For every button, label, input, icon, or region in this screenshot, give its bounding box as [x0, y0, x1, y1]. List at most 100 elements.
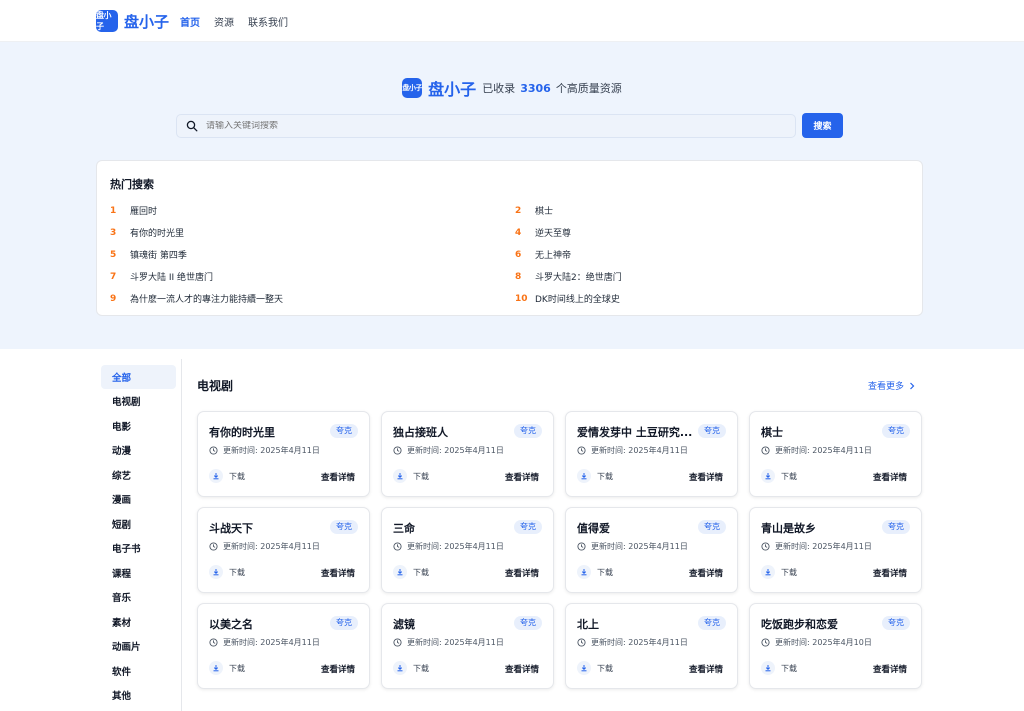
update-time: 更新时间: 2025年4月11日: [577, 541, 688, 552]
search-input[interactable]: [206, 121, 766, 131]
card-title[interactable]: 独占接班人: [393, 424, 513, 440]
resource-card[interactable]: 北上 夸克 更新时间: 2025年4月11日 下载 查看详情: [565, 603, 738, 689]
nav-home[interactable]: 首页: [180, 14, 200, 29]
hot-search-item[interactable]: 5 镇魂街 第四季: [110, 247, 515, 262]
category-software[interactable]: 软件: [101, 659, 176, 683]
view-details-button[interactable]: 查看详情: [321, 567, 355, 579]
search-box[interactable]: [176, 114, 796, 138]
hot-search-item[interactable]: 6 无上神帝: [515, 247, 920, 262]
resource-card[interactable]: 爱情发芽中 土豆研究... 夸克 更新时间: 2025年4月11日 下载 查看详情: [565, 411, 738, 497]
card-title[interactable]: 青山是故乡: [761, 520, 881, 536]
hot-keyword[interactable]: 镇魂街 第四季: [130, 248, 187, 261]
resource-card[interactable]: 有你的时光里 夸克 更新时间: 2025年4月11日 下载 查看详情: [197, 411, 370, 497]
view-more-link[interactable]: 查看更多: [868, 379, 916, 392]
card-title[interactable]: 棋士: [761, 424, 881, 440]
download-icon: [761, 469, 775, 483]
source-badge: 夸克: [698, 616, 726, 630]
resource-card[interactable]: 滤镜 夸克 更新时间: 2025年4月11日 下载 查看详情: [381, 603, 554, 689]
hot-keyword[interactable]: 无上神帝: [535, 248, 571, 261]
category-tv[interactable]: 电视剧: [101, 389, 176, 413]
nav-contact[interactable]: 联系我们: [248, 14, 288, 29]
download-icon: [761, 661, 775, 675]
view-details-button[interactable]: 查看详情: [689, 471, 723, 483]
download-button[interactable]: 下载: [577, 565, 613, 579]
card-title[interactable]: 以美之名: [209, 616, 329, 632]
card-title[interactable]: 斗战天下: [209, 520, 329, 536]
hot-keyword[interactable]: 雁回时: [130, 204, 157, 217]
download-button[interactable]: 下载: [761, 469, 797, 483]
source-badge: 夸克: [882, 616, 910, 630]
resource-card[interactable]: 值得爱 夸克 更新时间: 2025年4月11日 下载 查看详情: [565, 507, 738, 593]
view-details-button[interactable]: 查看详情: [873, 663, 907, 675]
hot-search-item[interactable]: 10 DK时间线上的全球史: [515, 291, 920, 306]
hot-keyword[interactable]: 斗罗大陆2：绝世唐门: [535, 270, 622, 283]
card-title[interactable]: 有你的时光里: [209, 424, 329, 440]
card-title[interactable]: 北上: [577, 616, 697, 632]
update-time-text: 更新时间: 2025年4月11日: [407, 446, 504, 455]
view-details-button[interactable]: 查看详情: [321, 663, 355, 675]
card-title[interactable]: 吃饭跑步和恋爱: [761, 616, 881, 632]
hot-search-item[interactable]: 1 雁回时: [110, 203, 515, 218]
download-button[interactable]: 下载: [209, 565, 245, 579]
category-material[interactable]: 素材: [101, 610, 176, 634]
hot-keyword[interactable]: 為什麽一流人才的專注力能持續一整天: [130, 292, 283, 305]
hot-search-item[interactable]: 4 逆天至尊: [515, 225, 920, 240]
view-details-button[interactable]: 查看详情: [873, 471, 907, 483]
hot-search-item[interactable]: 8 斗罗大陆2：绝世唐门: [515, 269, 920, 284]
category-ebook[interactable]: 电子书: [101, 536, 176, 560]
resource-card[interactable]: 独占接班人 夸克 更新时间: 2025年4月11日 下载 查看详情: [381, 411, 554, 497]
category-cartoon[interactable]: 动画片: [101, 634, 176, 658]
update-time-text: 更新时间: 2025年4月11日: [775, 446, 872, 455]
brand-name[interactable]: 盘小子: [124, 11, 169, 32]
download-button[interactable]: 下载: [761, 661, 797, 675]
card-title[interactable]: 值得爱: [577, 520, 697, 536]
card-title[interactable]: 爱情发芽中 土豆研究...: [577, 424, 697, 440]
download-button[interactable]: 下载: [393, 565, 429, 579]
card-title[interactable]: 滤镜: [393, 616, 513, 632]
hot-search-item[interactable]: 7 斗罗大陆 II 绝世唐门: [110, 269, 515, 284]
category-course[interactable]: 课程: [101, 561, 176, 585]
category-other[interactable]: 其他: [101, 683, 176, 707]
category-movie[interactable]: 电影: [101, 414, 176, 438]
nav-resources[interactable]: 资源: [214, 14, 234, 29]
resource-card[interactable]: 青山是故乡 夸克 更新时间: 2025年4月11日 下载 查看详情: [749, 507, 922, 593]
hot-keyword[interactable]: DK时间线上的全球史: [535, 292, 620, 305]
hot-search-item[interactable]: 9 為什麽一流人才的專注力能持續一整天: [110, 291, 515, 306]
hot-keyword[interactable]: 有你的时光里: [130, 226, 184, 239]
category-comics[interactable]: 漫画: [101, 487, 176, 511]
download-button[interactable]: 下载: [577, 469, 613, 483]
resource-card[interactable]: 吃饭跑步和恋爱 夸克 更新时间: 2025年4月10日 下载 查看详情: [749, 603, 922, 689]
view-details-button[interactable]: 查看详情: [689, 567, 723, 579]
download-button[interactable]: 下载: [209, 469, 245, 483]
download-button[interactable]: 下载: [761, 565, 797, 579]
hot-keyword[interactable]: 斗罗大陆 II 绝世唐门: [130, 270, 213, 283]
view-details-button[interactable]: 查看详情: [321, 471, 355, 483]
view-details-button[interactable]: 查看详情: [689, 663, 723, 675]
view-details-button[interactable]: 查看详情: [505, 471, 539, 483]
category-music[interactable]: 音乐: [101, 585, 176, 609]
view-details-button[interactable]: 查看详情: [505, 567, 539, 579]
resource-card[interactable]: 三命 夸克 更新时间: 2025年4月11日 下载 查看详情: [381, 507, 554, 593]
hot-keyword[interactable]: 逆天至尊: [535, 226, 571, 239]
logo[interactable]: 盘小子: [96, 10, 118, 32]
category-variety[interactable]: 综艺: [101, 463, 176, 487]
resource-card[interactable]: 以美之名 夸克 更新时间: 2025年4月11日 下载 查看详情: [197, 603, 370, 689]
download-button[interactable]: 下载: [209, 661, 245, 675]
view-details-button[interactable]: 查看详情: [505, 663, 539, 675]
view-details-button[interactable]: 查看详情: [873, 567, 907, 579]
resource-card[interactable]: 棋士 夸克 更新时间: 2025年4月11日 下载 查看详情: [749, 411, 922, 497]
hot-rank: 7: [110, 271, 117, 282]
brand[interactable]: 盘小子 盘小子: [96, 10, 169, 32]
resource-card[interactable]: 斗战天下 夸克 更新时间: 2025年4月11日 下载 查看详情: [197, 507, 370, 593]
hot-keyword[interactable]: 棋士: [535, 204, 553, 217]
download-button[interactable]: 下载: [393, 661, 429, 675]
download-button[interactable]: 下载: [577, 661, 613, 675]
category-short-drama[interactable]: 短剧: [101, 512, 176, 536]
hot-search-item[interactable]: 2 棋士: [515, 203, 920, 218]
search-button[interactable]: 搜索: [802, 113, 843, 138]
card-title[interactable]: 三命: [393, 520, 513, 536]
category-all[interactable]: 全部: [101, 365, 176, 389]
download-button[interactable]: 下载: [393, 469, 429, 483]
category-anime[interactable]: 动漫: [101, 438, 176, 462]
hot-search-item[interactable]: 3 有你的时光里: [110, 225, 515, 240]
